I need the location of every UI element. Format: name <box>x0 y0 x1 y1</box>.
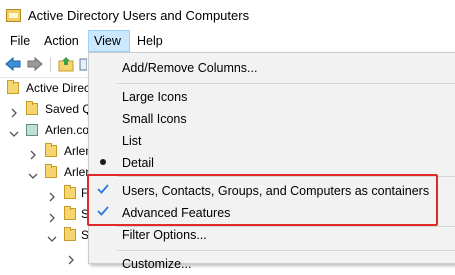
menu-item-label: Small Icons <box>122 112 187 126</box>
menu-item-filter-options[interactable]: Filter Options... <box>89 224 455 246</box>
red-highlight-box <box>87 174 438 226</box>
folder-icon <box>64 206 76 220</box>
tree-item-label: Arlen.co <box>45 123 90 137</box>
folder-icon <box>7 80 19 94</box>
up-folder-icon[interactable] <box>57 55 75 73</box>
menu-action[interactable]: Action <box>39 30 84 52</box>
menu-item-customize[interactable]: Customize... <box>89 253 455 275</box>
domain-icon <box>26 124 38 136</box>
back-arrow-icon[interactable] <box>4 55 22 73</box>
menu-bar: File Action View Help <box>0 30 455 52</box>
folder-icon <box>64 227 76 241</box>
folder-icon <box>45 164 57 178</box>
menu-item-label: Filter Options... <box>122 228 207 242</box>
menu-item-label: List <box>122 134 142 148</box>
forward-arrow-icon[interactable] <box>26 55 44 73</box>
chevron-right-icon[interactable] <box>28 146 38 160</box>
menu-help[interactable]: Help <box>132 30 168 52</box>
tree-item-folder[interactable]: F <box>0 183 88 203</box>
radio-bullet-icon <box>100 159 106 165</box>
tree-item-folder-expanded[interactable]: S <box>0 225 89 245</box>
title-bar: Active Directory Users and Computers <box>0 0 455 30</box>
menu-item-add-remove-columns[interactable]: Add/Remove Columns... <box>89 57 455 79</box>
chevron-down-icon[interactable] <box>47 230 57 242</box>
folder-icon <box>26 101 38 115</box>
folder-icon <box>64 185 76 199</box>
console-tree-icon[interactable] <box>79 55 88 73</box>
menu-item-small-icons[interactable]: Small Icons <box>89 108 455 130</box>
window-title: Active Directory Users and Computers <box>28 8 250 23</box>
menu-item-label: Customize... <box>122 257 192 271</box>
chevron-down-icon[interactable] <box>9 125 19 137</box>
menu-view[interactable]: View <box>88 30 130 52</box>
menu-item-label: Detail <box>122 156 154 170</box>
folder-icon <box>45 143 57 157</box>
chevron-right-icon[interactable] <box>47 209 57 223</box>
menu-item-label: Large Icons <box>122 90 188 104</box>
chevron-right-icon[interactable] <box>9 104 19 118</box>
menu-separator <box>117 250 455 251</box>
menu-item-large-icons[interactable]: Large Icons <box>89 86 455 108</box>
menu-item-label: Add/Remove Columns... <box>122 61 258 75</box>
tree-item-label: Saved Q <box>45 102 92 116</box>
menu-file[interactable]: File <box>5 30 35 52</box>
tree-item-folder[interactable]: S <box>0 204 89 224</box>
chevron-down-icon[interactable] <box>28 167 38 179</box>
folder-app-icon <box>6 9 21 22</box>
tree-item-leaf[interactable] <box>0 246 88 266</box>
view-menu-dropdown: Add/Remove Columns... Large Icons Small … <box>88 52 455 271</box>
chevron-right-icon[interactable] <box>47 188 57 202</box>
menu-item-detail[interactable]: Detail <box>89 152 455 174</box>
menu-item-list[interactable]: List <box>89 130 455 152</box>
menu-separator <box>117 83 455 84</box>
chevron-right-icon[interactable] <box>66 251 76 265</box>
toolbar-separator <box>50 57 51 72</box>
